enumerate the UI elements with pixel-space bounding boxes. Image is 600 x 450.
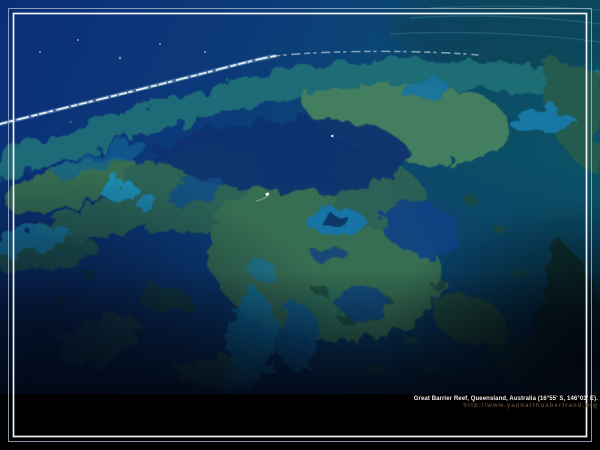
grain-overlay: [0, 0, 600, 394]
reef-photo: [0, 0, 600, 394]
caption-location: Great Barrier Reef, Queensland, Australi…: [414, 396, 598, 403]
caption-url: http://www.yannarthusbertrand.org: [414, 403, 598, 410]
photo-caption: Great Barrier Reef, Queensland, Australi…: [414, 396, 598, 410]
wallpaper: Great Barrier Reef, Queensland, Australi…: [0, 0, 600, 450]
reef-photo-scene: [0, 0, 600, 394]
